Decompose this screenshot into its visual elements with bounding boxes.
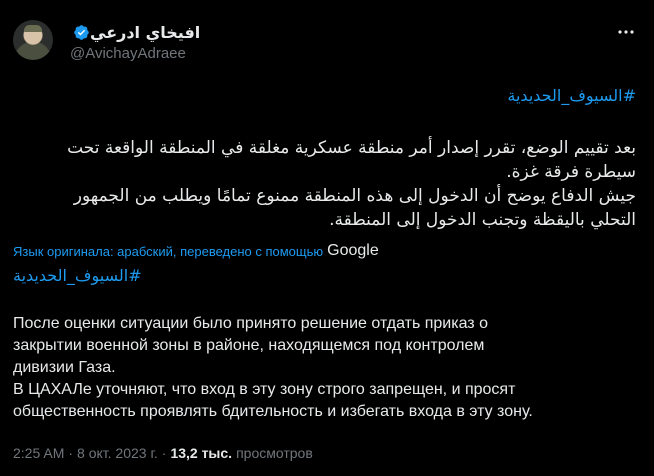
more-options-icon[interactable] <box>616 24 636 40</box>
tweet-text-ar: بعد تقييم الوضع، تقرر إصدار أمر منطقة عس… <box>16 136 636 232</box>
hashtag-ru[interactable]: #السيوف_الحديدية <box>13 266 142 285</box>
avatar-cap <box>24 25 42 32</box>
tweet-meta: 2:25 AM · 8 окт. 2023 г. · 13,2 тыс. про… <box>13 445 313 461</box>
translation-note[interactable]: Язык оригинала: арабский, переведено с п… <box>13 242 379 260</box>
tweet-text-ru: После оценки ситуации было принято решен… <box>13 313 643 423</box>
tweet-text-ar-line: سيطرة فرقة غزة. <box>506 162 636 182</box>
display-name[interactable]: افيخاي ادرعي <box>90 23 200 42</box>
tweet-date[interactable]: 8 окт. 2023 г. <box>77 445 158 461</box>
tweet-text-ru-line: После оценки ситуации было принято решен… <box>13 315 488 332</box>
verified-badge-icon[interactable] <box>73 24 90 41</box>
tweet-text-ru-line: дивизии Газа. <box>13 359 116 376</box>
tweet-text-ar-line: التحلي باليقظة وتجنب الدخول إلى المنطقة. <box>329 210 636 230</box>
name-row: افيخاي ادرعي <box>70 21 200 43</box>
views-count: 13,2 тыс. <box>170 445 233 461</box>
tweet-text-ru-line: общественность проявлять бдительность и … <box>13 403 533 420</box>
handle[interactable]: @AvichayAdraee <box>70 45 200 62</box>
views-label: просмотров <box>236 445 313 461</box>
google-translate-logo: Google <box>327 242 379 259</box>
tweet-text-ar-line: جيش الدفاع يوضح أن الدخول إلى هذه المنطق… <box>73 186 636 206</box>
tweet-text-ru-line: закрытии военной зоны в районе, находяще… <box>13 337 485 354</box>
tweet-time[interactable]: 2:25 AM <box>13 445 64 461</box>
tweet-text-ar-line: بعد تقييم الوضع، تقرر إصدار أمر منطقة عس… <box>67 138 636 158</box>
meta-separator: · <box>68 445 74 461</box>
author-block: افيخاي ادرعي @AvichayAdraee <box>70 21 200 63</box>
translation-note-text: Язык оригинала: арабский, переведено с п… <box>13 243 324 259</box>
hashtag-ar[interactable]: #السيوف_الحديدية <box>507 86 636 105</box>
meta-separator: · <box>161 445 167 461</box>
avatar[interactable] <box>13 20 53 60</box>
tweet-text-ru-line: В ЦАХАЛе уточняют, что вход в эту зону с… <box>13 381 516 398</box>
